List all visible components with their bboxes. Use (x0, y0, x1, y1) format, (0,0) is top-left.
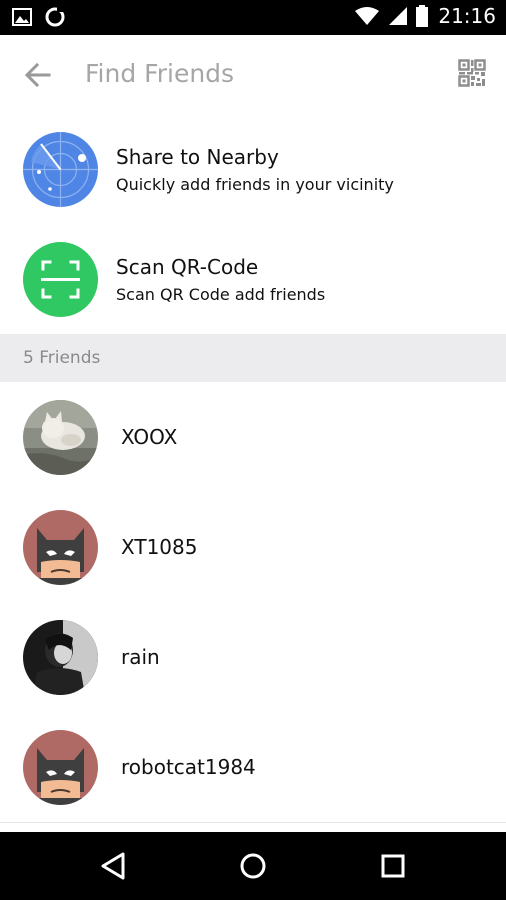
back-triangle-icon[interactable] (95, 848, 131, 884)
clock: 21:16 (438, 4, 496, 28)
option-title: Scan QR-Code (116, 255, 259, 279)
cat-photo-avatar (23, 400, 98, 475)
home-circle-icon[interactable] (235, 848, 271, 884)
friend-name: robotcat1984 (121, 755, 256, 779)
option-subtitle: Scan QR Code add friends (116, 285, 326, 304)
back-arrow-icon[interactable] (22, 59, 54, 91)
scan-qr-code-row[interactable]: Scan QR-Code Scan QR Code add friends (0, 224, 506, 335)
signal-icon (389, 7, 408, 25)
navigation-bar (0, 832, 506, 900)
friends-count-label: 5 Friends (23, 348, 101, 368)
batman-avatar (23, 730, 98, 805)
wifi-icon (355, 7, 380, 25)
option-subtitle: Quickly add friends in your vicinity (116, 175, 394, 194)
friend-name: XOOX (121, 425, 178, 449)
qr-code-icon[interactable] (458, 59, 486, 87)
sync-icon (45, 6, 65, 27)
image-icon (12, 8, 32, 26)
page-title: Find Friends (85, 59, 235, 88)
friend-name: XT1085 (121, 535, 198, 559)
batman-avatar (23, 510, 98, 585)
status-bar: 21:16 (0, 0, 506, 35)
person-photo-avatar (23, 620, 98, 695)
share-to-nearby-row[interactable]: Share to Nearby Quickly add friends in y… (0, 114, 506, 225)
friend-row[interactable]: robotcat1984 (0, 712, 506, 823)
friend-row[interactable]: XOOX (0, 382, 506, 493)
scan-frame-icon (23, 242, 98, 317)
radar-icon (23, 132, 98, 207)
friend-name: rain (121, 645, 160, 669)
toolbar: Find Friends (0, 35, 506, 115)
battery-icon (416, 5, 429, 27)
friend-row[interactable]: XT1085 (0, 492, 506, 603)
friends-section-header: 5 Friends (0, 334, 506, 382)
recents-square-icon[interactable] (375, 848, 411, 884)
option-title: Share to Nearby (116, 145, 279, 169)
friend-row[interactable]: rain (0, 602, 506, 713)
